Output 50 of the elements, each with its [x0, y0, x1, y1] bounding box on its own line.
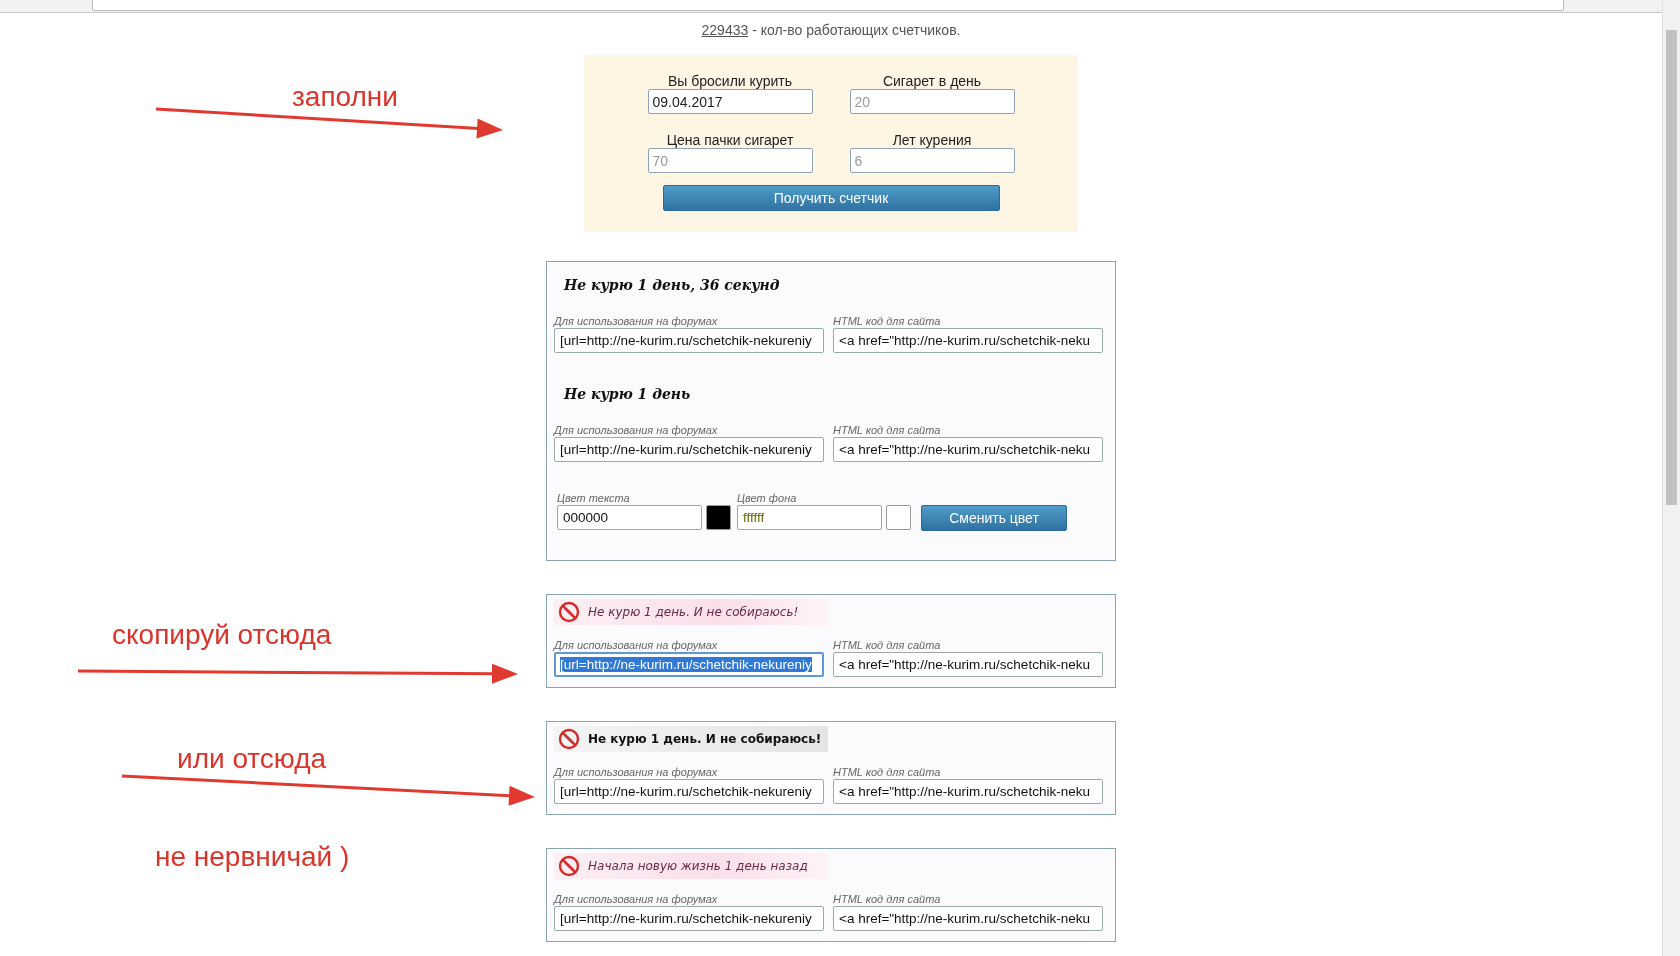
field-label: Для использования на форумах: [554, 766, 719, 779]
annotation-text: скопируй отсюда: [112, 620, 332, 650]
no-smoking-icon: [558, 728, 580, 750]
no-smoking-icon: [558, 601, 580, 623]
no-smoking-icon: [558, 855, 580, 877]
forum-code-field[interactable]: [url=http://ne-kurim.ru/schetchik-nekureniy: [554, 437, 824, 462]
banner-title: Начала новую жизнь 1 день назад: [588, 859, 808, 873]
counter-title: Не курю 1 день: [562, 385, 692, 404]
field-label: HTML код для сайта: [833, 315, 942, 328]
field-label: HTML код для сайта: [833, 639, 942, 652]
html-code-field[interactable]: <a href="http://ne-kurim.ru/schetchik-neku: [833, 328, 1103, 353]
annotation-text: не нервничай ): [155, 842, 350, 872]
field-label: Цена пачки сигарет: [666, 132, 794, 148]
banner-title: Не курю 1 день. И не собираюсь!: [588, 732, 822, 746]
input-field[interactable]: 70: [647, 148, 813, 173]
color-swatch[interactable]: [706, 505, 731, 530]
change-color-button[interactable]: Сменить цвет: [921, 505, 1067, 531]
field-label: Цвет фона: [737, 492, 798, 505]
color-swatch[interactable]: [886, 505, 911, 530]
field-label: Для использования на форумах: [554, 639, 719, 652]
get-counter-button[interactable]: Получить счетчик: [662, 185, 1000, 211]
html-code-field[interactable]: <a href="http://ne-kurim.ru/schetchik-neku: [833, 906, 1103, 931]
input-field[interactable]: 09.04.2017: [647, 89, 813, 114]
forum-code-field[interactable]: [url=http://ne-kurim.ru/schetchik-nekureniy: [554, 652, 824, 677]
field-label: HTML код для сайта: [833, 424, 942, 437]
forum-code-field[interactable]: [url=http://ne-kurim.ru/schetchik-nekureniy: [554, 779, 824, 804]
color-field[interactable]: 000000: [557, 505, 702, 530]
field-label: Для использования на форумах: [554, 424, 719, 437]
field-label: Вы бросили курить: [668, 73, 792, 89]
field-label: Для использования на форумах: [554, 893, 719, 906]
html-code-field[interactable]: <a href="http://ne-kurim.ru/schetchik-neku: [833, 437, 1103, 462]
counter-text: - кол-во работающих счетчиков.: [751, 22, 961, 38]
input-field[interactable]: 6: [849, 148, 1015, 173]
html-code-field[interactable]: <a href="http://ne-kurim.ru/schetchik-neku: [833, 779, 1103, 804]
counter-title: Не курю 1 день, 36 секунд: [562, 276, 781, 295]
input-field[interactable]: 20: [849, 89, 1015, 114]
forum-code-field[interactable]: [url=http://ne-kurim.ru/schetchik-nekureniy: [554, 906, 824, 931]
field-label: Для использования на форумах: [554, 315, 719, 328]
field-label: Лет курения: [892, 132, 972, 148]
forum-code-field[interactable]: [url=http://ne-kurim.ru/schetchik-nekureniy: [554, 328, 824, 353]
field-label: Цвет текста: [557, 492, 631, 505]
field-label: HTML код для сайта: [833, 893, 942, 906]
field-label: HTML код для сайта: [833, 766, 942, 779]
counter-link[interactable]: 229433: [701, 22, 749, 38]
scrollbar-thumb[interactable]: [1666, 30, 1677, 505]
scrollbar[interactable]: [1662, 0, 1680, 956]
banner-title: Не курю 1 день. И не собираюсь!: [588, 605, 799, 619]
html-code-field[interactable]: <a href="http://ne-kurim.ru/schetchik-neku: [833, 652, 1103, 677]
field-label: Сигарет в день: [882, 73, 982, 89]
color-field[interactable]: ffffff: [737, 505, 882, 530]
